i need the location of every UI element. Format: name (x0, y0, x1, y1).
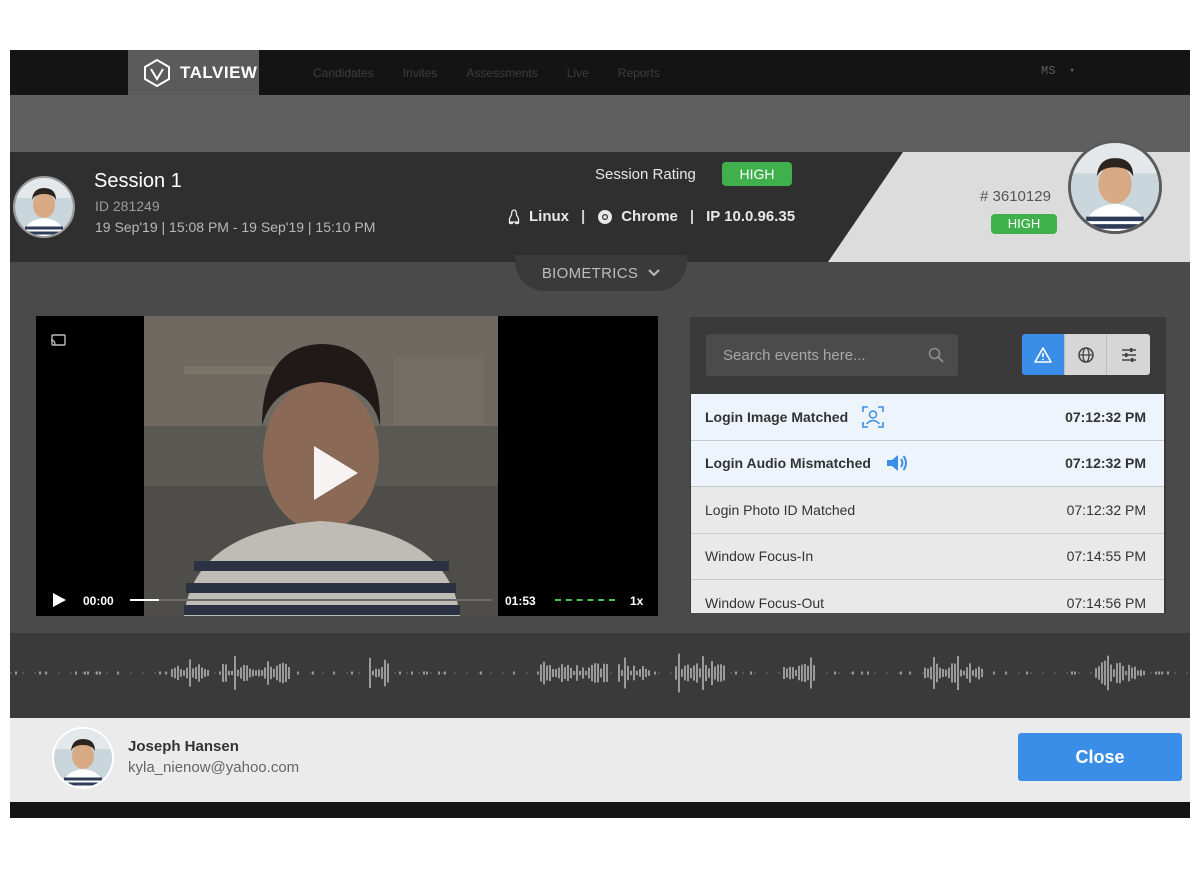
user-menu[interactable]: MS ▾ (1041, 64, 1075, 78)
play-icon[interactable] (52, 593, 66, 607)
session-id: ID 281249 (95, 198, 160, 214)
session-title: Session 1 (94, 170, 182, 192)
candidate-code: # 3610129 (980, 188, 1051, 205)
event-time: 07:14:55 PM (1066, 548, 1146, 565)
candidate-avatar (1068, 140, 1162, 234)
event-filter-group (1022, 334, 1150, 375)
event-label: Login Photo ID Matched (705, 501, 856, 518)
linux-icon (508, 208, 520, 224)
nav-item-candidates[interactable]: Candidates (313, 66, 374, 80)
video-seek-bar[interactable] (130, 599, 492, 601)
nav-item-assessments[interactable]: Assessments (466, 66, 537, 80)
person-portrait-icon (15, 178, 73, 236)
filter-settings-button[interactable] (1107, 334, 1150, 375)
event-label: Login Audio Mismatched (705, 455, 871, 472)
event-time: 07:12:32 PM (1065, 408, 1146, 425)
face-scan-icon (862, 405, 884, 428)
nav-menu: Candidates Invites Assessments Live Repo… (313, 50, 660, 95)
sliders-icon (1121, 347, 1136, 362)
nav-item-reports[interactable]: Reports (618, 66, 660, 80)
chevron-down-icon (648, 269, 660, 277)
candidate-name: Joseph Hansen (128, 738, 239, 755)
event-label: Window Focus-Out (705, 594, 825, 611)
browser-name: Chrome (621, 208, 678, 225)
event-search (706, 334, 958, 376)
event-time: 07:14:56 PM (1066, 594, 1146, 611)
footer-avatar (52, 727, 114, 789)
ip-address: IP 10.0.96.35 (706, 208, 796, 225)
event-time: 07:12:32 PM (1065, 455, 1146, 472)
session-rating-badge: HIGH (722, 162, 792, 186)
event-time: 07:12:32 PM (1066, 501, 1146, 518)
event-row[interactable]: Login Image Matched 07:12:32 PM (691, 394, 1164, 441)
user-initials: MS (1041, 64, 1056, 78)
session-rating-label: Session Rating (595, 166, 696, 183)
video-controls: 00:00 01:53 1x (36, 582, 658, 616)
top-nav: TALVIEW Candidates Invites Assessments L… (10, 50, 1190, 95)
person-portrait-icon (54, 729, 112, 787)
close-button[interactable]: Close (1018, 733, 1182, 781)
filter-web-button[interactable] (1064, 334, 1108, 375)
search-icon[interactable] (928, 347, 944, 363)
video-player[interactable]: 00:00 01:53 1x (36, 316, 658, 616)
chevron-down-icon: ▾ (1069, 66, 1075, 76)
cast-icon[interactable] (50, 334, 66, 346)
volume-slider[interactable] (555, 599, 615, 601)
warning-icon (1034, 346, 1052, 363)
filter-alerts-button[interactable] (1022, 334, 1065, 375)
nav-item-invites[interactable]: Invites (403, 66, 438, 80)
event-row[interactable]: Login Photo ID Matched 07:12:32 PM (691, 487, 1164, 534)
brand-name: TALVIEW (180, 62, 258, 82)
audio-waveform[interactable] (10, 633, 1190, 718)
globe-icon (1077, 346, 1094, 363)
session-header: Session 1 ID 281249 19 Sep'19 | 15:08 PM… (10, 152, 1190, 262)
waveform-graph (10, 653, 1190, 693)
env-separator: | (581, 208, 586, 225)
app-window: TALVIEW Candidates Invites Assessments L… (10, 50, 1190, 818)
event-search-input[interactable] (706, 334, 926, 376)
event-row[interactable]: Login Audio Mismatched 07:12:32 PM (691, 440, 1164, 487)
session-avatar (13, 176, 75, 238)
chrome-icon (598, 209, 613, 224)
speaker-icon (887, 455, 907, 472)
candidate-email: kyla_nienow@yahoo.com (128, 759, 300, 776)
event-row[interactable]: Window Focus-In 07:14:55 PM (691, 533, 1164, 580)
biometrics-toggle[interactable]: BIOMETRICS (515, 255, 687, 291)
event-row[interactable]: Window Focus-Out 07:14:56 PM (691, 580, 1164, 613)
video-seek-progress (130, 599, 159, 601)
env-separator: | (689, 208, 695, 225)
video-current-time: 00:00 (83, 594, 114, 608)
play-icon[interactable] (310, 444, 360, 502)
sub-header-bar (10, 95, 1190, 152)
events-panel: Login Image Matched 07:12:32 PM Login Au… (690, 317, 1166, 613)
candidate-footer: Joseph Hansen kyla_nienow@yahoo.com Clos… (10, 718, 1190, 802)
event-label: Login Image Matched (705, 408, 849, 425)
os-name: Linux (529, 208, 569, 225)
biometrics-label: BIOMETRICS (541, 264, 639, 282)
session-time-range: 19 Sep'19 | 15:08 PM - 19 Sep'19 | 15:10… (95, 219, 376, 235)
video-duration: 01:53 (505, 594, 536, 608)
candidate-rating-badge: HIGH (991, 214, 1057, 234)
brand-logo[interactable]: TALVIEW (128, 50, 259, 95)
person-portrait-icon (1071, 143, 1159, 231)
event-list: Login Image Matched 07:12:32 PM Login Au… (691, 394, 1164, 613)
playback-speed[interactable]: 1x (630, 594, 643, 608)
nav-item-live[interactable]: Live (567, 66, 589, 80)
event-label: Window Focus-In (705, 548, 814, 565)
session-environment: Linux | Chrome | IP 10.0.96.35 (507, 208, 795, 225)
bottom-strip (10, 802, 1190, 818)
talview-logo-icon (144, 58, 170, 87)
